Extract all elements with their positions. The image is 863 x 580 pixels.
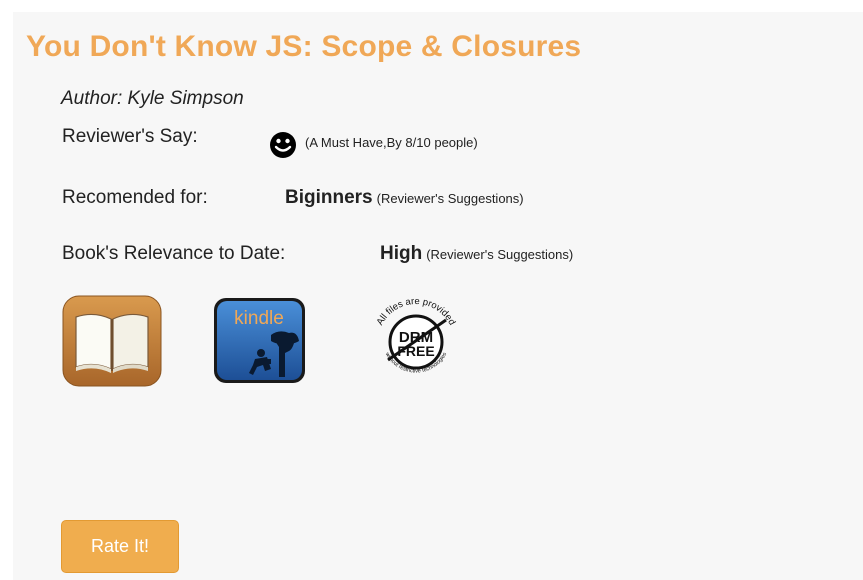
book-title: You Don't Know JS: Scope & Closures [26, 30, 582, 63]
relevance-value: High [380, 243, 423, 264]
relevance-label: Book's Relevance to Date: [62, 243, 286, 264]
top-band [0, 0, 863, 12]
relevance-note: (Reviewer's Suggestions) [426, 247, 574, 262]
kindle-label: kindle [234, 308, 284, 329]
reviewer-note: (A Must Have,By 8/10 people) [305, 135, 478, 150]
recommended-label: Recomended for: [62, 187, 208, 208]
rate-it-button[interactable]: Rate It! [61, 520, 179, 573]
recommended-note: (Reviewer's Suggestions) [376, 191, 524, 206]
smiley-icon [270, 132, 296, 158]
relevance-value-group: High (Reviewer's Suggestions) [380, 243, 573, 265]
kindle-icon[interactable]: kindle [213, 297, 306, 384]
drm-free-icon: All files are provided without restricti… [375, 296, 458, 375]
book-author: Author: Kyle Simpson [61, 88, 244, 109]
recommended-value: Biginners [285, 187, 373, 208]
ibooks-icon[interactable] [62, 295, 162, 387]
reviewer-label: Reviewer's Say: [62, 126, 198, 147]
book-detail-page: You Don't Know JS: Scope & Closures Auth… [0, 0, 863, 580]
recommended-value-group: Biginners (Reviewer's Suggestions) [285, 187, 524, 209]
